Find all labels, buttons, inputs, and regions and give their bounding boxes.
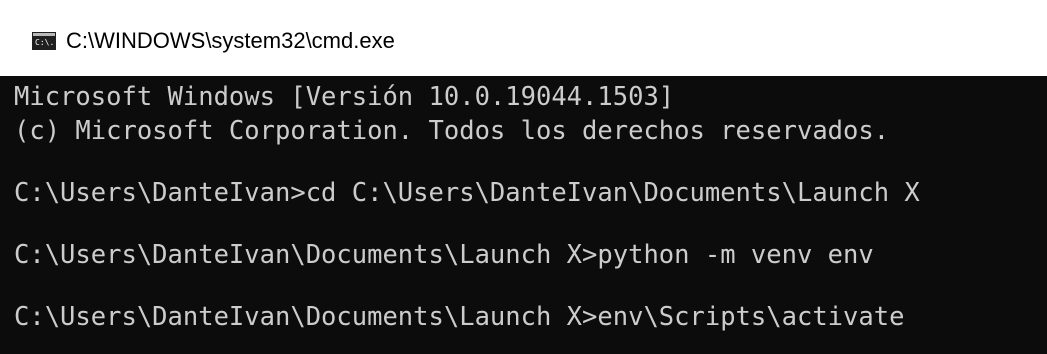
cmd-icon-bar xyxy=(33,33,55,36)
cmd-icon[interactable]: C:\. xyxy=(32,32,56,50)
cmd-icon-text: C:\. xyxy=(35,38,55,47)
console-line: Microsoft Windows [Versión 10.0.19044.15… xyxy=(14,82,675,112)
console-line: C:\Users\DanteIvan\Documents\Launch X>py… xyxy=(14,240,874,270)
window-title: C:\WINDOWS\system32\cmd.exe xyxy=(66,28,395,53)
cmd-window: C:\. C:\WINDOWS\system32\cmd.exe Microso… xyxy=(0,0,1047,354)
title-bar[interactable]: C:\. C:\WINDOWS\system32\cmd.exe xyxy=(0,0,1047,76)
console-line: C:\Users\DanteIvan>cd C:\Users\DanteIvan… xyxy=(14,178,920,208)
console-line: (c) Microsoft Corporation. Todos los der… xyxy=(14,116,890,146)
console-prompt-line[interactable]: C:\Users\DanteIvan\Documents\Launch X>en… xyxy=(14,300,1047,334)
console-output[interactable]: Microsoft Windows [Versión 10.0.19044.15… xyxy=(0,76,1047,354)
